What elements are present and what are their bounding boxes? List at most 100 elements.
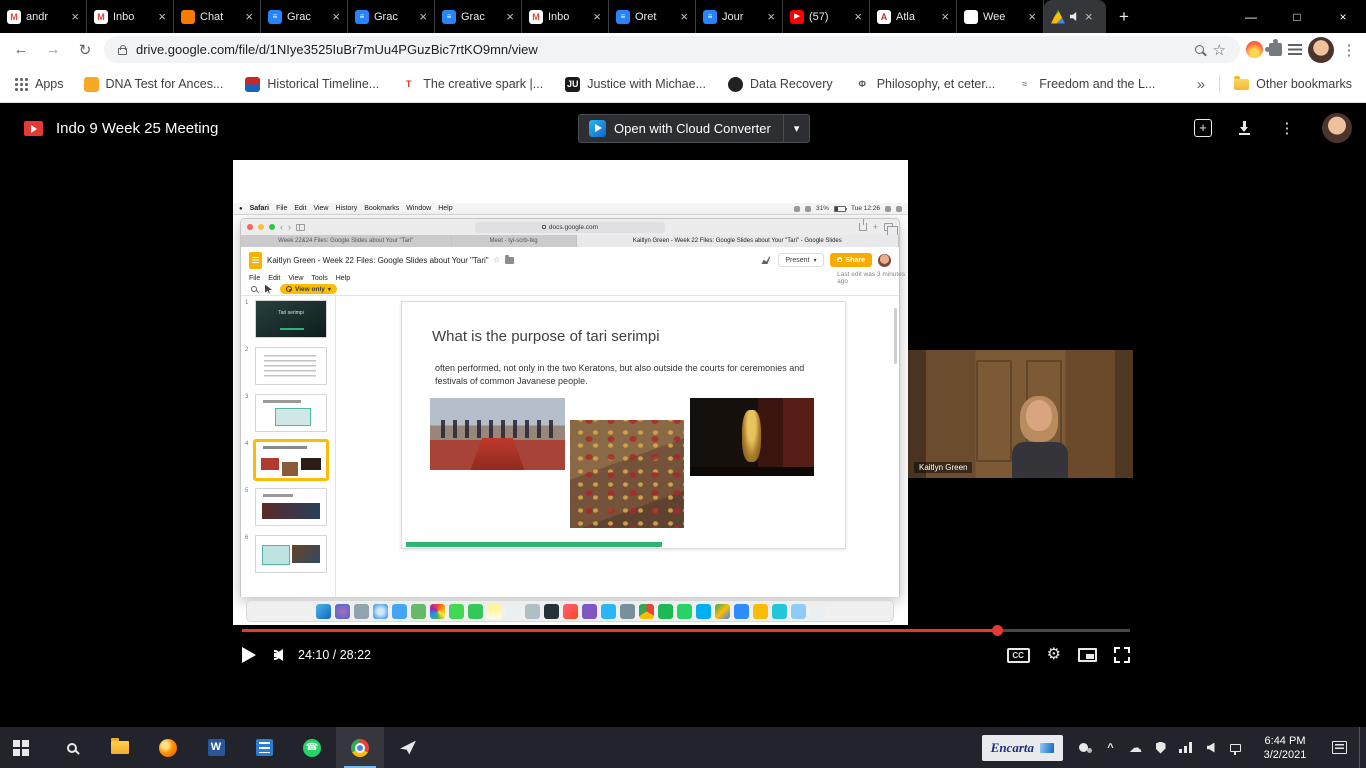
browser-tab[interactable]: MInbo× [522, 0, 609, 33]
progress-bar[interactable] [242, 629, 1130, 632]
whatsapp-button[interactable]: ☎ [288, 727, 336, 768]
more-actions-icon[interactable]: ⋮ [1278, 119, 1296, 137]
tab-close-icon[interactable]: × [593, 9, 601, 24]
volume-button[interactable] [274, 649, 280, 661]
reload-button[interactable]: ↻ [72, 37, 98, 63]
tab-close-icon[interactable]: × [71, 9, 79, 24]
close-button[interactable]: × [1320, 0, 1366, 33]
forward-button[interactable]: → [40, 37, 66, 63]
add-to-workspace-icon[interactable]: + [1194, 119, 1212, 137]
bookmark-item[interactable]: DNA Test for Ances... [84, 77, 224, 92]
browser-tab[interactable]: ▶(57)× [783, 0, 870, 33]
browser-tab[interactable]: Wee× [957, 0, 1044, 33]
browser-tab[interactable]: ≡Grac× [435, 0, 522, 33]
bookmark-star-icon[interactable]: ☆ [1213, 41, 1226, 59]
tab-close-icon[interactable]: × [245, 9, 253, 24]
tv-icon [544, 604, 559, 619]
browser-menu-icon[interactable]: ⋮ [1340, 41, 1358, 59]
browser-tab[interactable]: ≡Grac× [348, 0, 435, 33]
spotify-icon [658, 604, 673, 619]
back-button[interactable]: ← [8, 37, 34, 63]
captions-button[interactable]: CC [1007, 648, 1030, 663]
browser-tab[interactable]: ≡Jour× [696, 0, 783, 33]
account-avatar[interactable] [1322, 113, 1352, 143]
gmail-icon: M [7, 10, 21, 24]
zoom-icon[interactable] [1195, 45, 1204, 54]
tab-close-icon[interactable]: × [1028, 9, 1036, 24]
bookmark-item[interactable]: JUJustice with Michae... [565, 77, 706, 92]
mail-app-button[interactable] [384, 727, 432, 768]
people-button[interactable] [1073, 727, 1098, 768]
slides-doc-icon [753, 604, 768, 619]
slide-thumbnail-row: 5 [241, 484, 335, 531]
encarta-label: Encarta [991, 740, 1034, 756]
clock-date: 3/2/2021 [1250, 748, 1320, 762]
extensions-puzzle-icon[interactable] [1269, 43, 1282, 56]
chrome-button[interactable] [336, 727, 384, 768]
other-bookmarks[interactable]: Other bookmarks [1234, 77, 1352, 91]
encarta-widget[interactable]: Encarta [982, 735, 1063, 761]
browser-tab[interactable]: ≡Oret× [609, 0, 696, 33]
tab-close-icon[interactable]: × [332, 9, 340, 24]
tab-close-icon[interactable]: × [854, 9, 862, 24]
browser-tab[interactable]: Mandr× [0, 0, 87, 33]
file-explorer-button[interactable] [96, 727, 144, 768]
hidden-icons-button[interactable]: ^ [1098, 727, 1123, 768]
firefox-button[interactable] [144, 727, 192, 768]
display-connect-button[interactable] [1223, 727, 1248, 768]
bookmark-item[interactable]: ≈Freedom and the L... [1017, 77, 1155, 92]
bookmark-item[interactable]: ΦPhilosophy, et ceter... [855, 77, 996, 92]
maximize-button[interactable]: □ [1274, 0, 1320, 33]
volume-button[interactable] [1198, 727, 1223, 768]
tab-close-icon[interactable]: × [419, 9, 427, 24]
start-button[interactable] [0, 727, 48, 768]
taskbar-clock[interactable]: 6:44 PM 3/2/2021 [1250, 734, 1320, 762]
browser-tab[interactable]: ≡Grac× [261, 0, 348, 33]
bookmark-item[interactable]: TThe creative spark |... [401, 77, 543, 92]
profile-avatar[interactable] [1308, 37, 1334, 63]
browser-tab[interactable]: × [1044, 0, 1106, 33]
tab-close-icon[interactable]: × [158, 9, 166, 24]
play-button[interactable] [242, 647, 256, 663]
flame-extension-icon[interactable] [1246, 41, 1263, 58]
slide-title: What is the purpose of tari serimpi [432, 328, 660, 345]
slide-image-red-carpet [430, 398, 565, 470]
show-desktop-button[interactable] [1359, 727, 1364, 768]
bookmark-item[interactable]: Historical Timeline... [245, 77, 379, 92]
download-icon[interactable] [1238, 121, 1252, 135]
google-slides-app: Kaitlyn Green - Week 22 Files: Google Sl… [241, 247, 899, 597]
progress-scrubber[interactable] [992, 625, 1003, 636]
open-with-caret-icon[interactable]: ▾ [783, 115, 810, 142]
bookmarks-overflow-icon[interactable]: » [1197, 76, 1205, 93]
search-button[interactable] [48, 727, 96, 768]
office-app-button[interactable] [240, 727, 288, 768]
open-with-button[interactable]: Open with Cloud Converter ▾ [578, 114, 810, 143]
apps-shortcut[interactable]: Apps [14, 77, 64, 91]
new-tab-button[interactable]: + [1110, 3, 1138, 31]
miniplayer-icon[interactable] [1078, 648, 1097, 662]
tab-close-icon[interactable]: × [506, 9, 514, 24]
onedrive-button[interactable]: ☁ [1123, 727, 1148, 768]
safari-tab: Week 22&24 Files: Google Slides about Yo… [241, 235, 452, 247]
tab-close-icon[interactable]: × [767, 9, 775, 24]
video-frame[interactable]: ● SafariFileEditViewHistoryBookmarksWind… [233, 160, 1133, 672]
browser-tab[interactable]: AAtla× [870, 0, 957, 33]
tab-close-icon[interactable]: × [941, 9, 949, 24]
browser-tab[interactable]: MInbo× [87, 0, 174, 33]
tab-close-icon[interactable]: × [1085, 9, 1093, 24]
fullscreen-icon[interactable] [1114, 647, 1130, 663]
slide-number: 1 [245, 300, 248, 306]
keynote-icon [772, 604, 787, 619]
bookmark-item[interactable]: Data Recovery [728, 77, 833, 92]
browser-tab[interactable]: Chat× [174, 0, 261, 33]
tab-close-icon[interactable]: × [680, 9, 688, 24]
settings-gear-icon[interactable]: ⚙ [1047, 647, 1061, 663]
network-signal-button[interactable] [1173, 727, 1198, 768]
mac-status-icon [794, 206, 800, 212]
action-center-icon[interactable] [1332, 741, 1347, 754]
reading-list-extension-icon[interactable] [1288, 44, 1302, 55]
address-bar[interactable]: drive.google.com/file/d/1NIye3525IuBr7mU… [104, 36, 1240, 63]
security-shield-button[interactable] [1148, 727, 1173, 768]
minimize-button[interactable]: — [1228, 0, 1274, 33]
word-button[interactable]: W [192, 727, 240, 768]
